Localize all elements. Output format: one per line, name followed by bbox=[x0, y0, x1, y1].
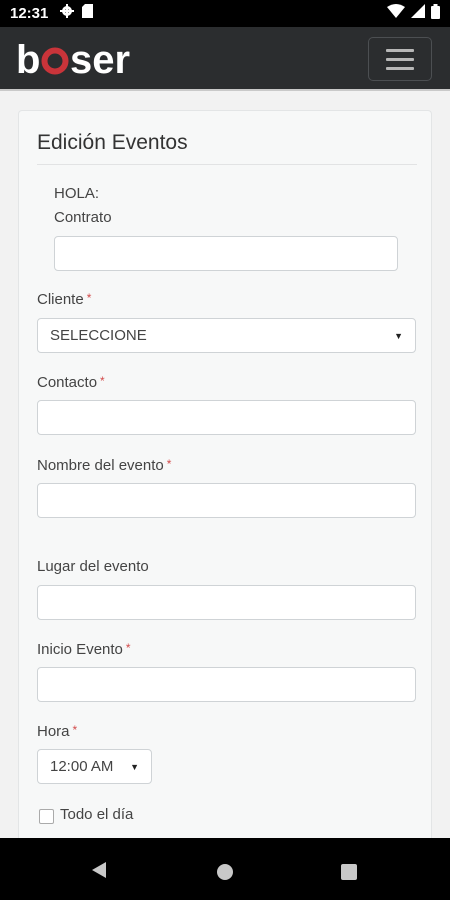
nombre-evento-label-text: Nombre del evento bbox=[37, 457, 164, 474]
contacto-label: Contacto * bbox=[37, 374, 105, 391]
back-icon[interactable] bbox=[92, 862, 106, 878]
cliente-select-value: SELECCIONE bbox=[50, 327, 147, 344]
app-navbar: b ser bbox=[0, 27, 450, 91]
wifi-icon bbox=[387, 4, 405, 23]
hora-label-text: Hora bbox=[37, 723, 70, 740]
lugar-evento-label: Lugar del evento bbox=[37, 558, 149, 575]
caret-down-icon: ▼ bbox=[394, 330, 403, 341]
home-icon[interactable] bbox=[217, 864, 233, 880]
svg-text:b: b bbox=[16, 39, 40, 79]
todo-el-dia-checkbox[interactable] bbox=[39, 809, 54, 824]
status-bar: 12:31 bbox=[0, 0, 450, 27]
lugar-evento-input[interactable] bbox=[37, 585, 416, 620]
cliente-label: Cliente * bbox=[37, 291, 91, 308]
contrato-input[interactable] bbox=[54, 236, 398, 271]
system-nav-bar bbox=[0, 838, 450, 900]
page-title: Edición Eventos bbox=[37, 131, 188, 154]
hora-select-value: 12:00 AM bbox=[50, 758, 114, 775]
contacto-label-text: Contacto bbox=[37, 374, 98, 391]
svg-text:ser: ser bbox=[70, 39, 130, 79]
inicio-evento-input[interactable] bbox=[37, 667, 416, 702]
sd-card-icon bbox=[82, 4, 94, 23]
greeting-label: HOLA: bbox=[54, 185, 100, 202]
battery-icon bbox=[431, 3, 440, 24]
boser-logo: b ser bbox=[16, 39, 130, 79]
status-time: 12:31 bbox=[10, 5, 49, 22]
hamburger-icon-bar bbox=[386, 66, 414, 70]
edit-event-panel: Edición Eventos HOLA: Contrato Cliente * … bbox=[18, 110, 432, 838]
required-marker: * bbox=[125, 641, 131, 655]
required-marker: * bbox=[86, 291, 92, 305]
nombre-evento-input[interactable] bbox=[37, 483, 416, 518]
inicio-evento-label: Inicio Evento * bbox=[37, 641, 131, 658]
contacto-input[interactable] bbox=[37, 400, 416, 435]
hora-select[interactable]: 12:00 AM ▼ bbox=[37, 749, 152, 784]
settings-gear-icon bbox=[60, 4, 75, 23]
inicio-evento-label-text: Inicio Evento bbox=[37, 641, 123, 658]
hamburger-icon-bar bbox=[386, 57, 414, 61]
required-marker: * bbox=[72, 723, 78, 737]
required-marker: * bbox=[100, 374, 105, 388]
hamburger-icon-bar bbox=[386, 48, 414, 52]
nombre-evento-label: Nombre del evento * bbox=[37, 457, 171, 474]
menu-toggle-button[interactable] bbox=[368, 37, 432, 81]
cell-signal-icon bbox=[411, 4, 425, 23]
required-marker: * bbox=[166, 457, 172, 471]
todo-el-dia-label: Todo el día bbox=[60, 806, 134, 823]
caret-down-icon: ▼ bbox=[130, 761, 139, 772]
cliente-label-text: Cliente bbox=[37, 291, 84, 308]
contrato-label: Contrato bbox=[54, 209, 112, 226]
hora-label: Hora * bbox=[37, 723, 77, 740]
recent-apps-icon[interactable] bbox=[341, 864, 357, 880]
cliente-select[interactable]: SELECCIONE ▼ bbox=[37, 318, 416, 353]
title-divider bbox=[37, 164, 417, 165]
